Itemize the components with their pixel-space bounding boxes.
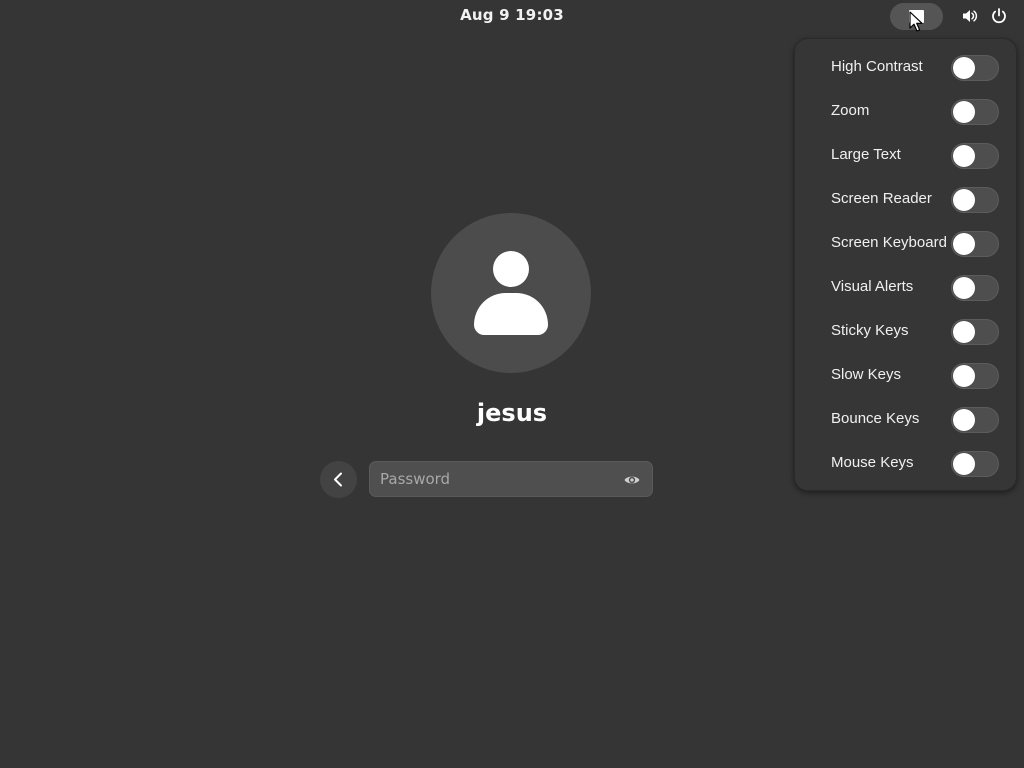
slow-keys-switch[interactable] [951,363,999,389]
menu-item-label: Large Text [831,146,901,163]
screen-keyboard-switch[interactable] [951,231,999,257]
back-button[interactable] [320,461,357,498]
accessibility-menu: High Contrast Zoom Large Text Screen Rea… [794,38,1017,491]
user-avatar [431,213,591,373]
menu-item-label: Sticky Keys [831,322,909,339]
zoom-switch[interactable] [951,99,999,125]
menu-item-visual-alerts[interactable]: Visual Alerts [795,266,1016,310]
eye-icon[interactable] [623,471,641,489]
menu-item-sticky-keys[interactable]: Sticky Keys [795,310,1016,354]
chevron-left-icon [334,472,342,487]
menu-item-label: Zoom [831,102,870,119]
menu-item-slow-keys[interactable]: Slow Keys [795,354,1016,398]
power-icon[interactable] [990,7,1008,25]
mouse-keys-switch[interactable] [951,451,999,477]
visual-alerts-switch[interactable] [951,275,999,301]
menu-item-label: Screen Keyboard [831,234,947,251]
menu-item-label: Screen Reader [831,190,932,207]
menu-item-large-text[interactable]: Large Text [795,134,1016,178]
sticky-keys-switch[interactable] [951,319,999,345]
menu-item-high-contrast[interactable]: High Contrast [795,46,1016,90]
menu-item-label: Bounce Keys [831,410,920,427]
screen-reader-switch[interactable] [951,187,999,213]
menu-item-bounce-keys[interactable]: Bounce Keys [795,398,1016,442]
menu-item-label: Mouse Keys [831,454,914,471]
menu-item-label: Slow Keys [831,366,902,383]
user-avatar-icon [493,251,529,287]
menu-item-screen-keyboard[interactable]: Screen Keyboard [795,222,1016,266]
bounce-keys-switch[interactable] [951,407,999,433]
menu-item-label: High Contrast [831,58,923,75]
volume-icon[interactable] [961,7,979,25]
menu-item-zoom[interactable]: Zoom [795,90,1016,134]
password-input[interactable] [380,462,610,496]
menu-item-label: Visual Alerts [831,278,914,295]
date-time-clock[interactable]: Aug 9 19:03 [0,6,1024,24]
top-bar: Aug 9 19:03 [0,0,1024,32]
large-text-switch[interactable] [951,143,999,169]
high-contrast-switch[interactable] [951,55,999,81]
password-field[interactable] [369,461,653,497]
menu-item-screen-reader[interactable]: Screen Reader [795,178,1016,222]
mouse-pointer-icon [909,11,923,32]
menu-item-mouse-keys[interactable]: Mouse Keys [795,442,1016,486]
